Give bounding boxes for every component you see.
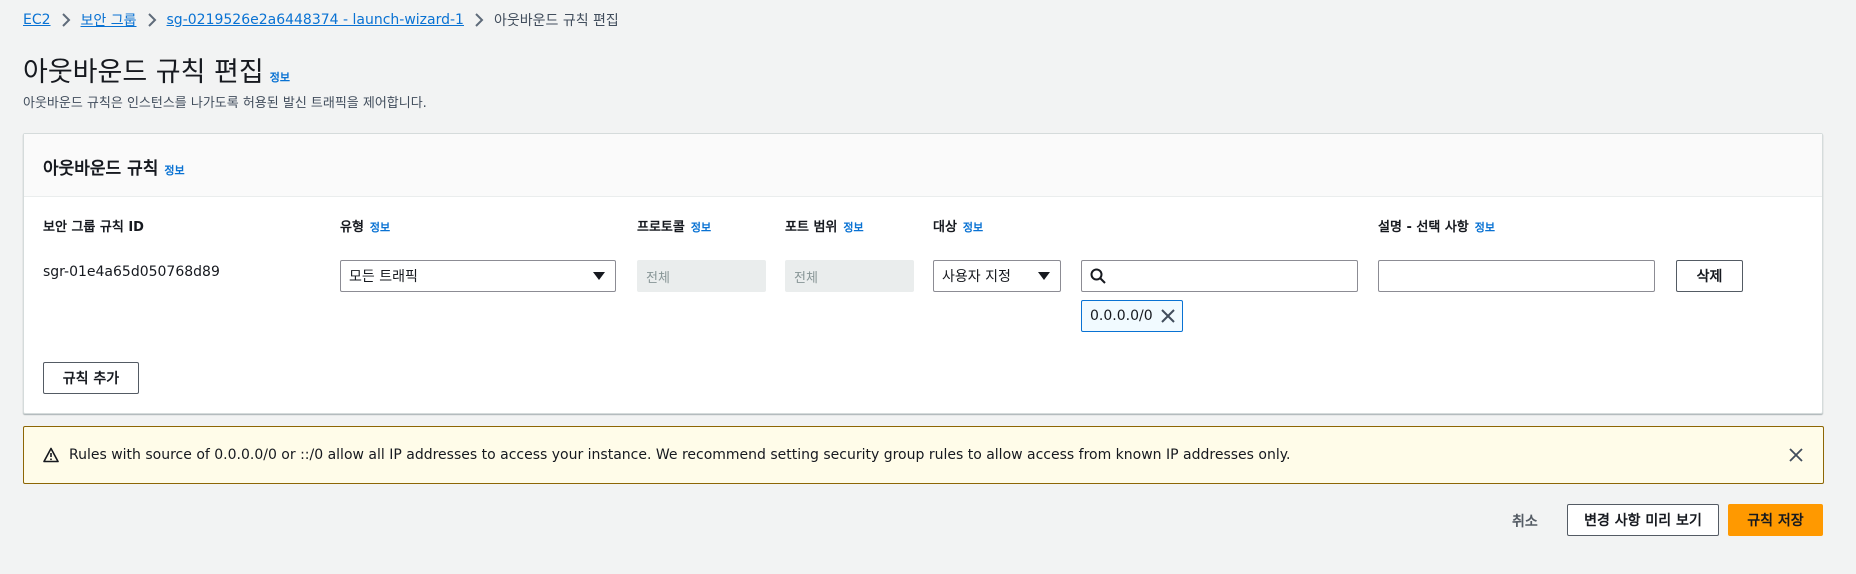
warning-alert: Rules with source of 0.0.0.0/0 or ::/0 a… (23, 426, 1824, 484)
panel-title-text: 아웃바운드 규칙 (43, 159, 159, 179)
breadcrumb-ec2[interactable]: EC2 (23, 12, 51, 28)
warning-icon (43, 447, 59, 463)
destination-token: 0.0.0.0/0 (1081, 300, 1183, 332)
info-link[interactable]: 정보 (843, 219, 863, 235)
chevron-right-icon (51, 12, 81, 28)
page-title: 아웃바운드 규칙 편집 정보 (23, 50, 290, 89)
search-icon (1090, 268, 1106, 284)
protocol-value: 전체 (646, 270, 670, 286)
info-link[interactable]: 정보 (691, 219, 711, 235)
port-range-value: 전체 (794, 270, 818, 286)
port-range-field: 전체 (785, 260, 914, 292)
column-label: 프로토콜 (637, 220, 685, 235)
info-link[interactable]: 정보 (164, 162, 184, 178)
info-link[interactable]: 정보 (370, 219, 390, 235)
destination-type-value: 사용자 지정 (942, 269, 1011, 285)
column-label: 설명 - 선택 사항 (1378, 220, 1469, 235)
preview-changes-button[interactable]: 변경 사항 미리 보기 (1567, 504, 1719, 536)
caret-down-icon (593, 272, 605, 280)
destination-search-input[interactable] (1081, 260, 1358, 292)
save-rules-button[interactable]: 규칙 저장 (1728, 504, 1823, 536)
close-icon[interactable] (1788, 447, 1804, 463)
breadcrumb: EC2 보안 그룹 sg-0219526e2a6448374 - launch-… (23, 10, 619, 30)
column-label: 포트 범위 (785, 220, 838, 235)
destination-token-label: 0.0.0.0/0 (1090, 308, 1153, 324)
warning-text: Rules with source of 0.0.0.0/0 or ::/0 a… (69, 447, 1291, 463)
description-input[interactable] (1378, 260, 1655, 292)
destination-type-select[interactable]: 사용자 지정 (933, 260, 1061, 292)
info-link[interactable]: 정보 (1475, 219, 1495, 235)
page-title-text: 아웃바운드 규칙 편집 (23, 57, 264, 88)
type-select-value: 모든 트래픽 (349, 269, 418, 285)
close-icon[interactable] (1161, 309, 1175, 323)
outbound-rules-panel: 아웃바운드 규칙 정보 보안 그룹 규칙 ID 유형 정보 프로토콜 정보 포트… (23, 133, 1823, 414)
cancel-button[interactable]: 취소 (1512, 511, 1538, 531)
info-link[interactable]: 정보 (963, 219, 983, 235)
column-label: 유형 (340, 220, 364, 235)
breadcrumb-current: 아웃바운드 규칙 편집 (493, 13, 619, 29)
add-rule-button[interactable]: 규칙 추가 (43, 362, 139, 394)
chevron-right-icon (137, 12, 167, 28)
breadcrumb-security-group[interactable]: sg-0219526e2a6448374 - launch-wizard-1 (167, 12, 464, 28)
column-header-rule-id: 보안 그룹 규칙 ID (43, 216, 144, 235)
type-select[interactable]: 모든 트래픽 (340, 260, 616, 292)
caret-down-icon (1038, 272, 1050, 280)
chevron-right-icon (464, 12, 494, 28)
column-header-description: 설명 - 선택 사항 정보 (1378, 216, 1495, 235)
column-header-type: 유형 정보 (340, 216, 390, 235)
column-header-destination: 대상 정보 (933, 216, 983, 235)
page-description: 아웃바운드 규칙은 인스턴스를 나가도록 허용된 발신 트래픽을 제어합니다. (23, 96, 427, 111)
rule-id: sgr-01e4a65d050768d89 (43, 264, 220, 280)
column-label: 대상 (933, 220, 957, 235)
delete-button[interactable]: 삭제 (1676, 260, 1743, 292)
column-label: 보안 그룹 규칙 ID (43, 220, 144, 235)
panel-header: 아웃바운드 규칙 정보 (24, 134, 1822, 197)
breadcrumb-security-groups[interactable]: 보안 그룹 (81, 10, 137, 30)
protocol-field: 전체 (637, 260, 766, 292)
info-link[interactable]: 정보 (270, 69, 290, 85)
column-header-protocol: 프로토콜 정보 (637, 216, 711, 235)
column-header-port-range: 포트 범위 정보 (785, 216, 864, 235)
panel-title: 아웃바운드 규칙 정보 (43, 154, 185, 179)
